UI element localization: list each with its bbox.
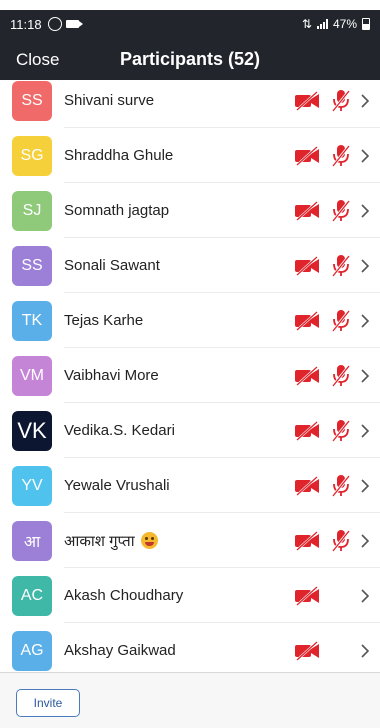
chevron-right-icon[interactable] bbox=[360, 148, 370, 164]
participants-header: Close Participants (52) bbox=[0, 38, 380, 80]
mic-off-icon bbox=[331, 529, 351, 553]
whatsapp-icon bbox=[47, 17, 62, 31]
mic-off-icon bbox=[331, 419, 351, 443]
participant-name-text: Akshay Gaikwad bbox=[64, 642, 176, 659]
avatar: आ bbox=[12, 520, 52, 561]
footer-bar: Invite bbox=[0, 672, 380, 728]
participant-row[interactable]: TK Tejas Karhe bbox=[0, 293, 380, 348]
battery-percent: 47% bbox=[332, 17, 357, 31]
mic-off-icon bbox=[331, 364, 351, 388]
participant-name-text: Shivani surve bbox=[64, 92, 155, 109]
mic-off-icon bbox=[331, 199, 351, 223]
chevron-right-icon[interactable] bbox=[360, 533, 370, 549]
video-off-icon bbox=[294, 145, 320, 167]
avatar: SS bbox=[12, 245, 52, 286]
participant-row[interactable]: SS Shivani surve bbox=[0, 80, 380, 128]
chevron-right-icon[interactable] bbox=[360, 203, 370, 219]
video-off-icon bbox=[294, 310, 320, 332]
avatar: SG bbox=[12, 135, 52, 176]
mic-off-icon bbox=[331, 474, 351, 498]
status-time: 11:18 bbox=[10, 16, 42, 32]
participant-name-text: Yewale Vrushali bbox=[64, 477, 170, 494]
avatar: SJ bbox=[12, 190, 52, 231]
avatar: VM bbox=[12, 355, 52, 396]
participant-name: Tejas Karhe bbox=[64, 312, 143, 329]
participant-name: Akshay Gaikwad bbox=[64, 642, 176, 659]
participant-row[interactable]: VM Vaibhavi More bbox=[0, 348, 380, 403]
participant-name: Shraddha Ghule bbox=[64, 147, 173, 164]
chevron-right-icon[interactable] bbox=[360, 313, 370, 329]
mic-off-icon bbox=[331, 254, 351, 278]
participant-name: Somnath jagtap bbox=[64, 202, 169, 219]
chevron-right-icon[interactable] bbox=[360, 93, 370, 109]
participant-name-text: Shraddha Ghule bbox=[64, 147, 174, 164]
participant-list[interactable]: SS Shivani surve SG Shraddha Ghule SJ Somnath… bbox=[0, 80, 380, 672]
participant-row[interactable]: SG Shraddha Ghule bbox=[0, 128, 380, 183]
participant-name-text: Akash Choudhary bbox=[64, 587, 184, 604]
chevron-right-icon[interactable] bbox=[360, 478, 370, 494]
grinning-tongue-emoji bbox=[140, 531, 158, 549]
participant-name: Yewale Vrushali bbox=[64, 477, 170, 494]
video-notification-icon bbox=[65, 20, 83, 28]
participant-row[interactable]: SS Sonali Sawant bbox=[0, 238, 380, 293]
participant-name-text: आकाश गुप्ता bbox=[64, 532, 135, 550]
invite-button[interactable]: Invite bbox=[16, 689, 80, 717]
mic-off-icon bbox=[331, 89, 351, 113]
avatar: AC bbox=[12, 575, 52, 616]
signal-icon bbox=[316, 19, 328, 29]
battery-icon bbox=[362, 18, 370, 30]
participant-row[interactable]: AC Akash Choudhary bbox=[0, 568, 380, 623]
participant-name-text: Sonali Sawant bbox=[64, 257, 160, 274]
avatar: TK bbox=[12, 300, 52, 341]
avatar: AG bbox=[12, 630, 52, 671]
participant-name: Shivani surve bbox=[64, 92, 154, 109]
avatar: SS bbox=[12, 80, 52, 121]
participant-name-text: Vedika.S. Kedari bbox=[64, 422, 175, 439]
participant-row[interactable]: VK Vedika.S. Kedari bbox=[0, 403, 380, 458]
status-bar: 11:18 ⇅ 47% bbox=[0, 10, 380, 38]
chevron-right-icon[interactable] bbox=[360, 643, 370, 659]
participant-name: Akash Choudhary bbox=[64, 587, 183, 604]
page-title: Participants (52) bbox=[119, 49, 261, 69]
participant-name-text: Somnath jagtap bbox=[64, 202, 170, 219]
chevron-right-icon[interactable] bbox=[360, 368, 370, 384]
video-off-icon bbox=[294, 365, 320, 387]
video-off-icon bbox=[294, 255, 320, 277]
participant-name-text: Vaibhavi More bbox=[64, 367, 159, 384]
chevron-right-icon[interactable] bbox=[360, 423, 370, 439]
avatar: YV bbox=[12, 465, 52, 506]
chevron-right-icon[interactable] bbox=[360, 588, 370, 604]
video-off-icon bbox=[294, 585, 320, 607]
video-off-icon bbox=[294, 90, 320, 112]
avatar: VK bbox=[12, 410, 52, 451]
participant-row[interactable]: आ आकाश गुप्ता bbox=[0, 513, 380, 568]
participant-row[interactable]: SJ Somnath jagtap bbox=[0, 183, 380, 238]
participant-name-text: Tejas Karhe bbox=[64, 312, 144, 329]
data-transfer-icon: ⇅ bbox=[301, 17, 312, 31]
mic-off-icon bbox=[331, 144, 351, 168]
video-off-icon bbox=[294, 530, 320, 552]
video-off-icon bbox=[294, 640, 320, 662]
mic-off-icon bbox=[331, 309, 351, 333]
participant-name: Vaibhavi More bbox=[64, 367, 159, 384]
chevron-right-icon[interactable] bbox=[360, 258, 370, 274]
participant-name: Sonali Sawant bbox=[64, 257, 160, 274]
participant-row[interactable]: YV Yewale Vrushali bbox=[0, 458, 380, 513]
participant-row[interactable]: AG Akshay Gaikwad bbox=[0, 623, 380, 672]
participant-name: आकाश गुप्ता bbox=[64, 531, 158, 551]
video-off-icon bbox=[294, 475, 320, 497]
top-edge-strip bbox=[0, 0, 380, 10]
video-off-icon bbox=[294, 420, 320, 442]
video-off-icon bbox=[294, 200, 320, 222]
participant-name: Vedika.S. Kedari bbox=[64, 422, 175, 439]
